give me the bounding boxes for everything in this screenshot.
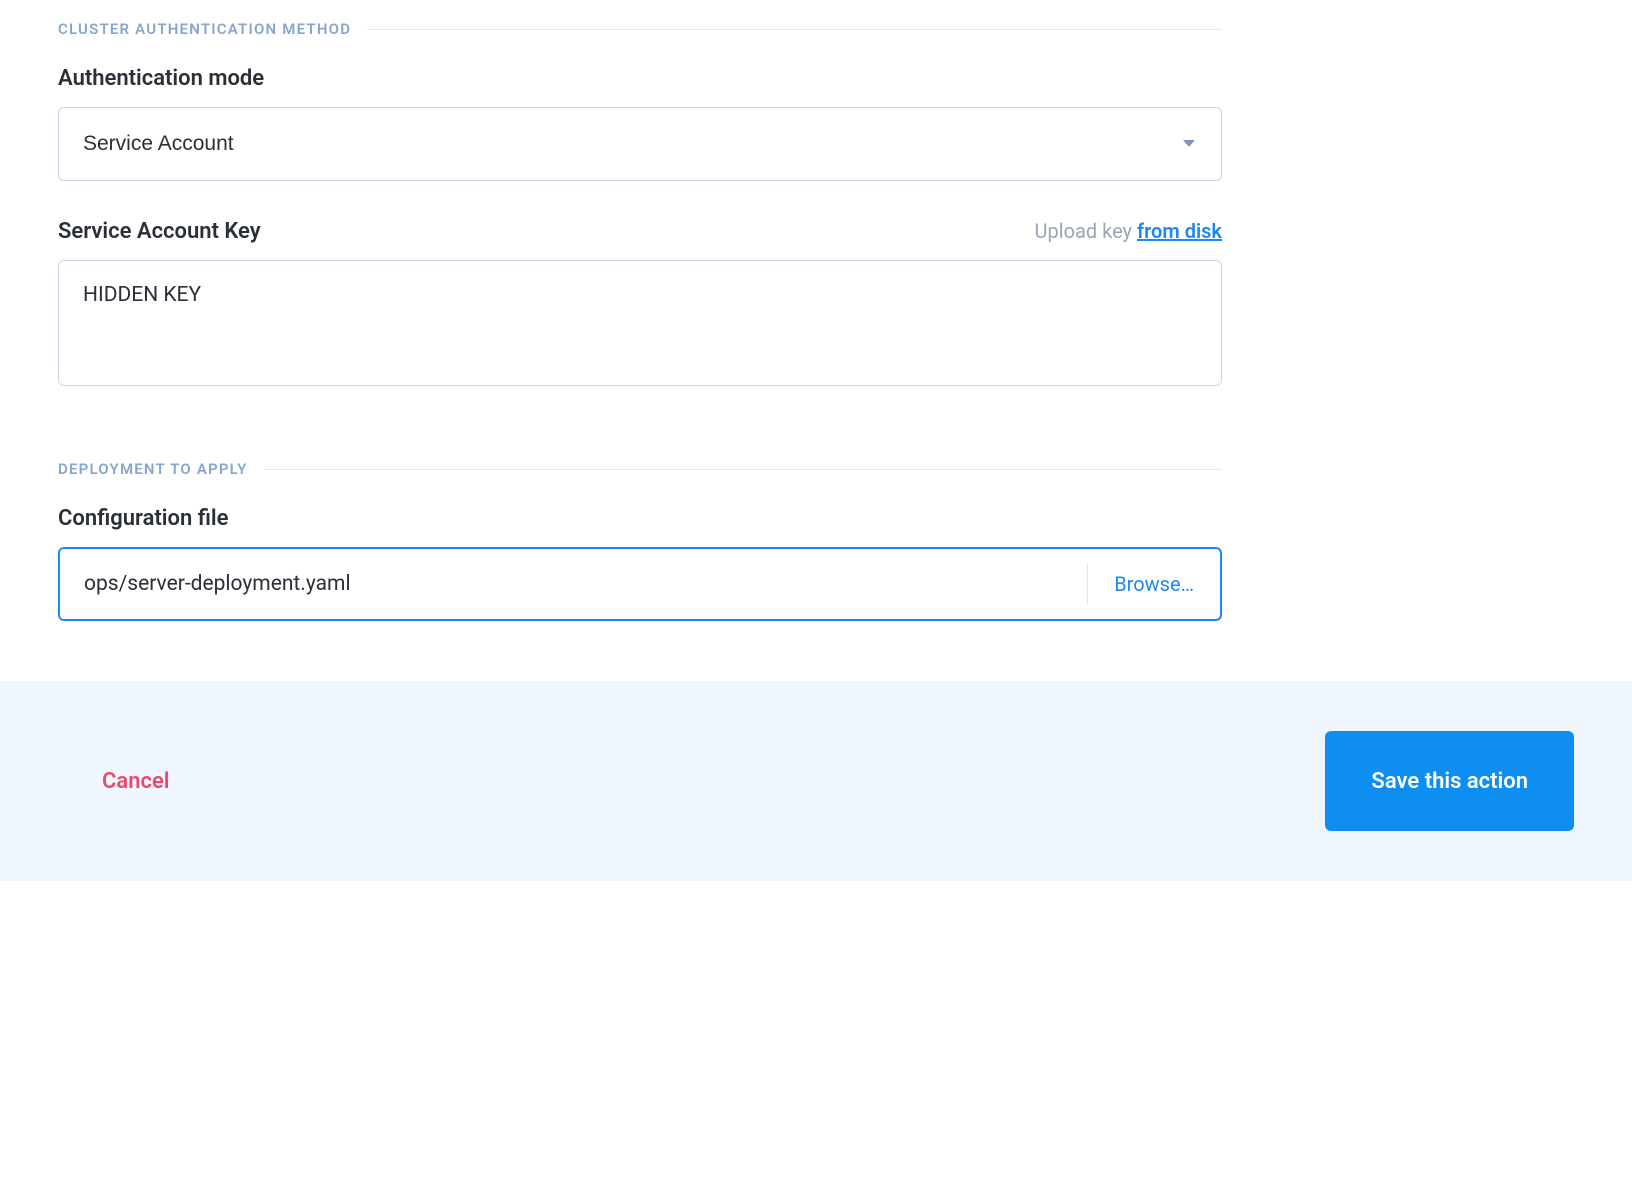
upload-from-disk-link[interactable]: from disk — [1137, 219, 1222, 243]
section-header-auth: CLUSTER AUTHENTICATION METHOD — [58, 20, 1222, 38]
auth-mode-value: Service Account — [83, 132, 234, 156]
upload-key-hint: Upload key from disk — [1035, 219, 1222, 243]
section-header-label: DEPLOYMENT TO APPLY — [58, 460, 248, 478]
auth-mode-label: Authentication mode — [58, 66, 264, 91]
config-file-input[interactable] — [60, 549, 1087, 619]
save-button[interactable]: Save this action — [1325, 731, 1574, 831]
auth-mode-select-button[interactable]: Service Account — [58, 107, 1222, 181]
upload-key-text: Upload key — [1035, 219, 1132, 243]
service-account-key-label: Service Account Key — [58, 219, 261, 244]
section-header-divider — [367, 29, 1222, 30]
service-account-key-input[interactable] — [58, 260, 1222, 386]
section-header-divider — [264, 469, 1222, 470]
field-config-file: Configuration file Browse… — [58, 506, 1222, 621]
config-file-input-wrapper[interactable]: Browse… — [58, 547, 1222, 621]
section-header-label: CLUSTER AUTHENTICATION METHOD — [58, 20, 351, 38]
cancel-button[interactable]: Cancel — [58, 755, 214, 808]
field-auth-mode: Authentication mode Service Account — [58, 66, 1222, 181]
config-file-label: Configuration file — [58, 506, 228, 531]
footer-bar: Cancel Save this action — [0, 681, 1632, 881]
browse-button[interactable]: Browse… — [1088, 549, 1220, 619]
field-service-account-key: Service Account Key Upload key from disk — [58, 219, 1222, 390]
auth-mode-select[interactable]: Service Account — [58, 107, 1222, 181]
section-header-deployment: DEPLOYMENT TO APPLY — [58, 460, 1222, 478]
